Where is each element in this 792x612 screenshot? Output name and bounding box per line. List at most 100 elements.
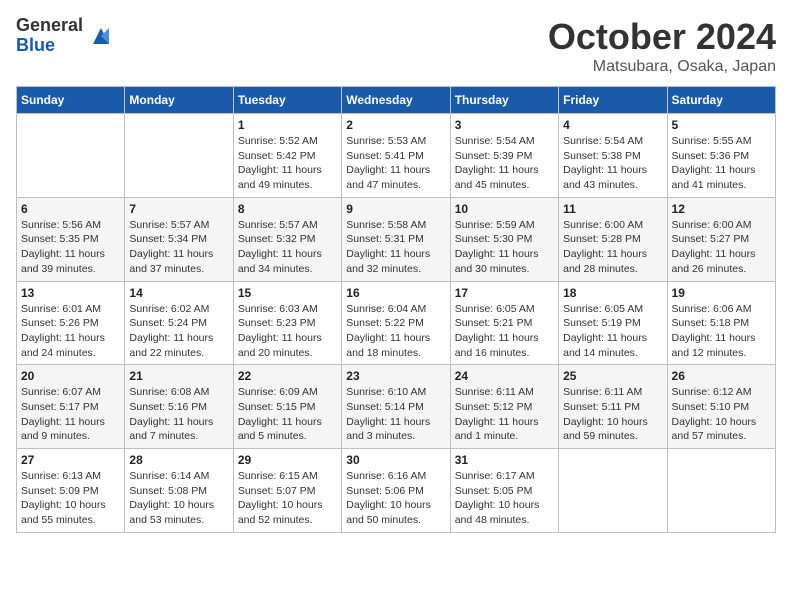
weekday-header: Saturday <box>667 87 775 114</box>
day-info: Sunrise: 6:05 AMSunset: 5:19 PMDaylight:… <box>563 302 662 361</box>
day-number: 18 <box>563 286 662 300</box>
day-info: Sunrise: 6:11 AMSunset: 5:12 PMDaylight:… <box>455 385 554 444</box>
day-info: Sunrise: 5:56 AMSunset: 5:35 PMDaylight:… <box>21 218 120 277</box>
calendar-cell: 19 Sunrise: 6:06 AMSunset: 5:18 PMDaylig… <box>667 281 775 365</box>
logo-blue-text: Blue <box>16 36 83 56</box>
day-info: Sunrise: 6:16 AMSunset: 5:06 PMDaylight:… <box>346 469 445 528</box>
calendar-week-row: 6 Sunrise: 5:56 AMSunset: 5:35 PMDayligh… <box>17 197 776 281</box>
weekday-header: Wednesday <box>342 87 450 114</box>
calendar-table: SundayMondayTuesdayWednesdayThursdayFrid… <box>16 86 776 533</box>
calendar-cell: 10 Sunrise: 5:59 AMSunset: 5:30 PMDaylig… <box>450 197 558 281</box>
calendar-cell <box>17 114 125 198</box>
calendar-week-row: 13 Sunrise: 6:01 AMSunset: 5:26 PMDaylig… <box>17 281 776 365</box>
day-number: 1 <box>238 118 337 132</box>
day-number: 14 <box>129 286 228 300</box>
calendar-week-row: 20 Sunrise: 6:07 AMSunset: 5:17 PMDaylig… <box>17 365 776 449</box>
calendar-cell: 23 Sunrise: 6:10 AMSunset: 5:14 PMDaylig… <box>342 365 450 449</box>
day-info: Sunrise: 6:07 AMSunset: 5:17 PMDaylight:… <box>21 385 120 444</box>
day-number: 22 <box>238 369 337 383</box>
calendar-cell <box>559 449 667 533</box>
day-info: Sunrise: 6:08 AMSunset: 5:16 PMDaylight:… <box>129 385 228 444</box>
day-number: 11 <box>563 202 662 216</box>
logo-general-text: General <box>16 16 83 36</box>
calendar-cell: 14 Sunrise: 6:02 AMSunset: 5:24 PMDaylig… <box>125 281 233 365</box>
day-number: 25 <box>563 369 662 383</box>
calendar-cell: 27 Sunrise: 6:13 AMSunset: 5:09 PMDaylig… <box>17 449 125 533</box>
day-number: 2 <box>346 118 445 132</box>
calendar-cell: 6 Sunrise: 5:56 AMSunset: 5:35 PMDayligh… <box>17 197 125 281</box>
day-number: 29 <box>238 453 337 467</box>
day-number: 28 <box>129 453 228 467</box>
weekday-header-row: SundayMondayTuesdayWednesdayThursdayFrid… <box>17 87 776 114</box>
calendar-cell: 28 Sunrise: 6:14 AMSunset: 5:08 PMDaylig… <box>125 449 233 533</box>
day-info: Sunrise: 6:03 AMSunset: 5:23 PMDaylight:… <box>238 302 337 361</box>
calendar-cell: 18 Sunrise: 6:05 AMSunset: 5:19 PMDaylig… <box>559 281 667 365</box>
calendar-cell: 25 Sunrise: 6:11 AMSunset: 5:11 PMDaylig… <box>559 365 667 449</box>
calendar-cell: 4 Sunrise: 5:54 AMSunset: 5:38 PMDayligh… <box>559 114 667 198</box>
day-info: Sunrise: 5:58 AMSunset: 5:31 PMDaylight:… <box>346 218 445 277</box>
logo: General Blue <box>16 16 115 56</box>
day-number: 12 <box>672 202 771 216</box>
day-info: Sunrise: 5:57 AMSunset: 5:32 PMDaylight:… <box>238 218 337 277</box>
calendar-week-row: 1 Sunrise: 5:52 AMSunset: 5:42 PMDayligh… <box>17 114 776 198</box>
weekday-header: Friday <box>559 87 667 114</box>
day-number: 30 <box>346 453 445 467</box>
day-info: Sunrise: 5:54 AMSunset: 5:38 PMDaylight:… <box>563 134 662 193</box>
title-area: October 2024 Matsubara, Osaka, Japan <box>548 16 776 76</box>
day-info: Sunrise: 5:55 AMSunset: 5:36 PMDaylight:… <box>672 134 771 193</box>
day-number: 5 <box>672 118 771 132</box>
day-number: 4 <box>563 118 662 132</box>
day-info: Sunrise: 6:12 AMSunset: 5:10 PMDaylight:… <box>672 385 771 444</box>
calendar-cell: 8 Sunrise: 5:57 AMSunset: 5:32 PMDayligh… <box>233 197 341 281</box>
calendar-cell: 16 Sunrise: 6:04 AMSunset: 5:22 PMDaylig… <box>342 281 450 365</box>
day-info: Sunrise: 6:04 AMSunset: 5:22 PMDaylight:… <box>346 302 445 361</box>
calendar-cell: 20 Sunrise: 6:07 AMSunset: 5:17 PMDaylig… <box>17 365 125 449</box>
day-number: 26 <box>672 369 771 383</box>
day-number: 10 <box>455 202 554 216</box>
day-number: 7 <box>129 202 228 216</box>
calendar-cell: 7 Sunrise: 5:57 AMSunset: 5:34 PMDayligh… <box>125 197 233 281</box>
day-info: Sunrise: 5:53 AMSunset: 5:41 PMDaylight:… <box>346 134 445 193</box>
calendar-cell: 17 Sunrise: 6:05 AMSunset: 5:21 PMDaylig… <box>450 281 558 365</box>
calendar-cell: 24 Sunrise: 6:11 AMSunset: 5:12 PMDaylig… <box>450 365 558 449</box>
day-info: Sunrise: 6:09 AMSunset: 5:15 PMDaylight:… <box>238 385 337 444</box>
weekday-header: Monday <box>125 87 233 114</box>
calendar-cell: 21 Sunrise: 6:08 AMSunset: 5:16 PMDaylig… <box>125 365 233 449</box>
calendar-cell: 2 Sunrise: 5:53 AMSunset: 5:41 PMDayligh… <box>342 114 450 198</box>
weekday-header: Tuesday <box>233 87 341 114</box>
day-number: 24 <box>455 369 554 383</box>
day-info: Sunrise: 6:13 AMSunset: 5:09 PMDaylight:… <box>21 469 120 528</box>
day-info: Sunrise: 6:10 AMSunset: 5:14 PMDaylight:… <box>346 385 445 444</box>
calendar-cell <box>667 449 775 533</box>
day-number: 16 <box>346 286 445 300</box>
calendar-cell: 11 Sunrise: 6:00 AMSunset: 5:28 PMDaylig… <box>559 197 667 281</box>
calendar-cell: 26 Sunrise: 6:12 AMSunset: 5:10 PMDaylig… <box>667 365 775 449</box>
day-info: Sunrise: 6:00 AMSunset: 5:28 PMDaylight:… <box>563 218 662 277</box>
day-number: 20 <box>21 369 120 383</box>
calendar-week-row: 27 Sunrise: 6:13 AMSunset: 5:09 PMDaylig… <box>17 449 776 533</box>
day-number: 3 <box>455 118 554 132</box>
day-info: Sunrise: 6:00 AMSunset: 5:27 PMDaylight:… <box>672 218 771 277</box>
calendar-cell: 31 Sunrise: 6:17 AMSunset: 5:05 PMDaylig… <box>450 449 558 533</box>
day-info: Sunrise: 5:57 AMSunset: 5:34 PMDaylight:… <box>129 218 228 277</box>
day-number: 17 <box>455 286 554 300</box>
day-info: Sunrise: 6:17 AMSunset: 5:05 PMDaylight:… <box>455 469 554 528</box>
day-info: Sunrise: 5:59 AMSunset: 5:30 PMDaylight:… <box>455 218 554 277</box>
calendar-cell: 9 Sunrise: 5:58 AMSunset: 5:31 PMDayligh… <box>342 197 450 281</box>
calendar-cell: 22 Sunrise: 6:09 AMSunset: 5:15 PMDaylig… <box>233 365 341 449</box>
day-number: 13 <box>21 286 120 300</box>
calendar-cell: 1 Sunrise: 5:52 AMSunset: 5:42 PMDayligh… <box>233 114 341 198</box>
page-header: General Blue October 2024 Matsubara, Osa… <box>16 16 776 76</box>
calendar-cell: 15 Sunrise: 6:03 AMSunset: 5:23 PMDaylig… <box>233 281 341 365</box>
day-number: 31 <box>455 453 554 467</box>
calendar-cell: 3 Sunrise: 5:54 AMSunset: 5:39 PMDayligh… <box>450 114 558 198</box>
day-info: Sunrise: 6:11 AMSunset: 5:11 PMDaylight:… <box>563 385 662 444</box>
day-number: 27 <box>21 453 120 467</box>
day-info: Sunrise: 6:05 AMSunset: 5:21 PMDaylight:… <box>455 302 554 361</box>
weekday-header: Sunday <box>17 87 125 114</box>
month-title: October 2024 <box>548 16 776 58</box>
day-info: Sunrise: 6:14 AMSunset: 5:08 PMDaylight:… <box>129 469 228 528</box>
day-info: Sunrise: 6:01 AMSunset: 5:26 PMDaylight:… <box>21 302 120 361</box>
day-info: Sunrise: 5:54 AMSunset: 5:39 PMDaylight:… <box>455 134 554 193</box>
day-number: 19 <box>672 286 771 300</box>
